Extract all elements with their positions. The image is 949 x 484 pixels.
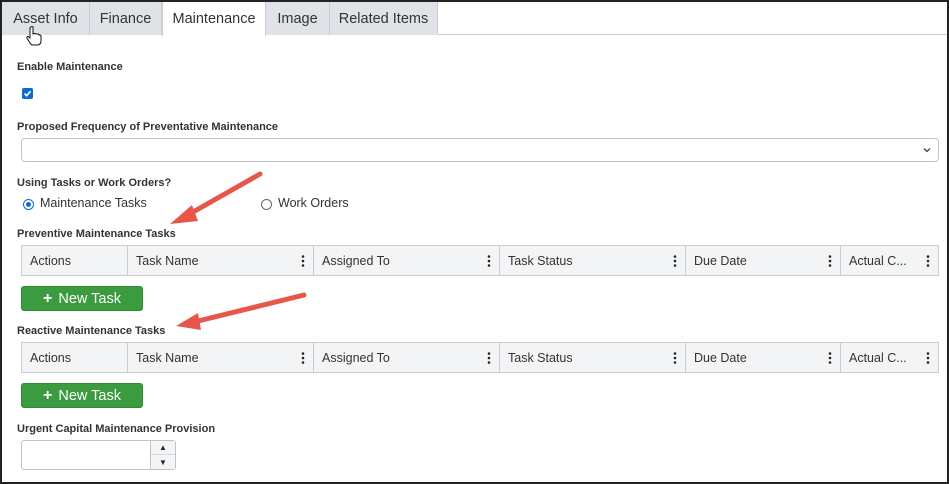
caret-down-icon[interactable]: ▼ bbox=[151, 455, 175, 469]
enable-maintenance-label: Enable Maintenance bbox=[17, 61, 123, 73]
column-header-actual-cost[interactable]: Actual C... bbox=[841, 343, 938, 372]
column-label: Task Name bbox=[136, 350, 199, 365]
enable-maintenance-checkbox[interactable] bbox=[22, 88, 33, 99]
column-label: Task Name bbox=[136, 253, 199, 268]
mode-label: Using Tasks or Work Orders? bbox=[17, 177, 172, 189]
column-label: Due Date bbox=[694, 350, 747, 365]
column-label: Task Status bbox=[508, 350, 573, 365]
button-label: New Task bbox=[58, 387, 121, 404]
column-header-due-date[interactable]: Due Date bbox=[686, 246, 841, 275]
preventive-new-task-button[interactable]: + New Task bbox=[21, 286, 143, 311]
plus-icon: + bbox=[43, 386, 53, 404]
kebab-menu-icon[interactable] bbox=[828, 352, 832, 364]
reactive-new-task-button[interactable]: + New Task bbox=[21, 383, 143, 408]
column-header-assigned-to[interactable]: Assigned To bbox=[314, 246, 500, 275]
kebab-menu-icon[interactable] bbox=[301, 255, 305, 267]
kebab-menu-icon[interactable] bbox=[487, 255, 491, 267]
work-orders-label[interactable]: Work Orders bbox=[278, 196, 349, 210]
kebab-menu-icon[interactable] bbox=[673, 352, 677, 364]
annotation-arrow-icon bbox=[170, 171, 263, 224]
tab-label: Related Items bbox=[338, 10, 429, 27]
preventive-tasks-grid-header: Actions Task Name Assigned To Task Statu… bbox=[21, 245, 939, 276]
checkmark-icon bbox=[23, 90, 32, 97]
urgent-provision-input[interactable] bbox=[22, 441, 150, 469]
column-header-task-status[interactable]: Task Status bbox=[500, 343, 686, 372]
column-label: Actions bbox=[30, 253, 71, 268]
kebab-menu-icon[interactable] bbox=[487, 352, 491, 364]
maintenance-tasks-radio[interactable] bbox=[23, 199, 34, 210]
tab-label: Image bbox=[277, 10, 318, 27]
column-label: Task Status bbox=[508, 253, 573, 268]
reactive-tasks-grid-header: Actions Task Name Assigned To Task Statu… bbox=[21, 342, 939, 373]
column-label: Actual C... bbox=[849, 350, 907, 365]
plus-icon: + bbox=[43, 289, 53, 307]
column-header-task-name[interactable]: Task Name bbox=[128, 343, 314, 372]
column-header-due-date[interactable]: Due Date bbox=[686, 343, 841, 372]
tab-finance[interactable]: Finance bbox=[90, 2, 162, 35]
kebab-menu-icon[interactable] bbox=[926, 255, 930, 267]
chevron-down-icon bbox=[923, 148, 931, 153]
tab-image[interactable]: Image bbox=[266, 2, 330, 35]
preventive-tasks-title: Preventive Maintenance Tasks bbox=[17, 228, 176, 240]
column-label: Due Date bbox=[694, 253, 747, 268]
column-header-actual-cost[interactable]: Actual C... bbox=[841, 246, 938, 275]
tab-asset-info[interactable]: Asset Info bbox=[2, 2, 90, 35]
column-header-task-name[interactable]: Task Name bbox=[128, 246, 314, 275]
kebab-menu-icon[interactable] bbox=[828, 255, 832, 267]
column-header-task-status[interactable]: Task Status bbox=[500, 246, 686, 275]
reactive-tasks-title: Reactive Maintenance Tasks bbox=[17, 325, 166, 337]
column-label: Actual C... bbox=[849, 253, 907, 268]
kebab-menu-icon[interactable] bbox=[926, 352, 930, 364]
annotation-arrows bbox=[170, 171, 307, 330]
urgent-provision-field: ▲ ▼ bbox=[21, 440, 176, 470]
kebab-menu-icon[interactable] bbox=[301, 352, 305, 364]
maintenance-tasks-label[interactable]: Maintenance Tasks bbox=[40, 196, 147, 210]
tab-label: Maintenance bbox=[172, 11, 256, 27]
tab-label: Asset Info bbox=[13, 10, 78, 27]
column-label: Assigned To bbox=[322, 350, 390, 365]
tab-maintenance[interactable]: Maintenance bbox=[162, 2, 266, 36]
column-header-actions: Actions bbox=[22, 246, 128, 275]
column-label: Actions bbox=[30, 350, 71, 365]
hand-cursor-icon bbox=[26, 26, 42, 46]
work-orders-radio[interactable] bbox=[261, 199, 272, 210]
tab-related-items[interactable]: Related Items bbox=[330, 2, 438, 35]
kebab-menu-icon[interactable] bbox=[673, 255, 677, 267]
caret-up-icon[interactable]: ▲ bbox=[151, 441, 175, 455]
urgent-provision-stepper: ▲ ▼ bbox=[150, 441, 175, 469]
urgent-provision-label: Urgent Capital Maintenance Provision bbox=[17, 423, 216, 435]
column-header-assigned-to[interactable]: Assigned To bbox=[314, 343, 500, 372]
maintenance-panel: Asset Info Finance Maintenance Image Rel… bbox=[0, 0, 949, 484]
tab-bar: Asset Info Finance Maintenance Image Rel… bbox=[2, 2, 947, 36]
tab-label: Finance bbox=[99, 10, 152, 27]
frequency-label: Proposed Frequency of Preventative Maint… bbox=[17, 121, 279, 133]
column-label: Assigned To bbox=[322, 253, 390, 268]
column-header-actions: Actions bbox=[22, 343, 128, 372]
frequency-select[interactable] bbox=[21, 138, 939, 162]
button-label: New Task bbox=[58, 290, 121, 307]
annotation-arrow-icon bbox=[176, 292, 307, 330]
